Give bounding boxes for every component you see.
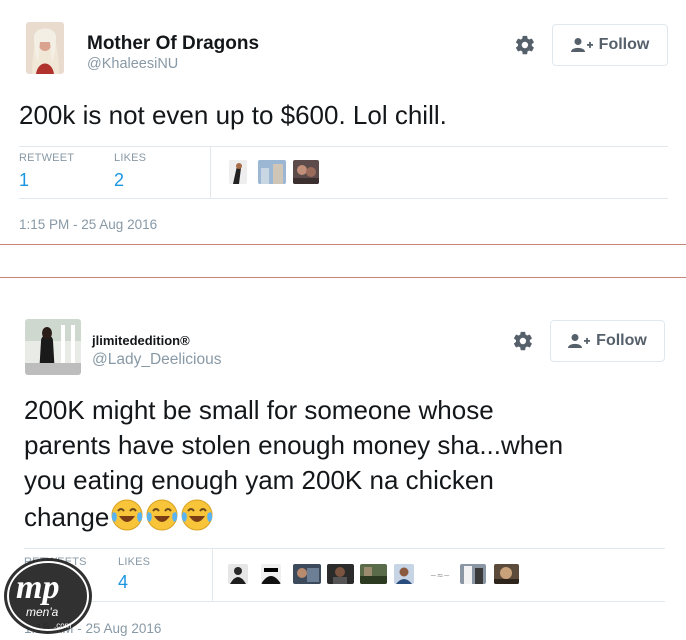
liker-avatar[interactable]: ~≈~ xyxy=(428,564,452,584)
retweet-count[interactable]: 1 xyxy=(19,170,29,191)
tears-of-joy-emoji xyxy=(111,499,143,531)
follow-button[interactable]: Follow xyxy=(552,24,668,66)
follow-button-label: Follow xyxy=(598,36,650,53)
stats-divider-top xyxy=(24,548,665,549)
liker-avatar[interactable] xyxy=(293,160,319,184)
liker-avatar[interactable] xyxy=(394,564,414,584)
tweet-timestamp[interactable]: 1:15 PM - 25 Aug 2016 xyxy=(19,217,157,232)
tweet-separator-line xyxy=(0,244,686,245)
liker-avatar[interactable] xyxy=(494,564,519,584)
liker-avatar[interactable] xyxy=(293,564,321,584)
liker-avatar[interactable] xyxy=(327,564,354,584)
stats-divider-bottom xyxy=(24,601,665,602)
stats-separator xyxy=(210,146,211,198)
user-handle[interactable]: @Lady_Deelicious xyxy=(92,351,221,369)
likes-count[interactable]: 4 xyxy=(118,572,128,593)
tears-of-joy-emoji xyxy=(146,499,178,531)
add-user-icon xyxy=(570,38,593,52)
avatar[interactable] xyxy=(26,22,64,74)
watermark-brand: mp xyxy=(16,569,59,606)
add-user-icon xyxy=(568,334,591,348)
likes-count[interactable]: 2 xyxy=(114,170,124,191)
follow-button[interactable]: Follow xyxy=(550,320,665,362)
likes-count-label[interactable]: LIKES xyxy=(114,152,146,164)
svg-text:~≈~: ~≈~ xyxy=(430,571,450,580)
gear-icon[interactable] xyxy=(512,330,534,352)
stats-separator xyxy=(212,548,213,601)
retweet-count-label[interactable]: RETWEET xyxy=(19,152,74,164)
liker-avatar[interactable] xyxy=(258,160,286,184)
tweet-text-line: 200K might be small for someone whose xyxy=(24,395,494,425)
follow-button-label: Follow xyxy=(596,332,647,349)
tweet-text-line: you eating enough yam 200K na chicken xyxy=(24,465,494,495)
liker-avatar[interactable] xyxy=(261,564,281,584)
tweet-text-line: change xyxy=(24,502,110,532)
liker-avatar[interactable] xyxy=(360,564,387,584)
watermark-sub: men'a xyxy=(26,605,59,619)
liker-avatar[interactable] xyxy=(460,564,486,584)
liker-avatar[interactable] xyxy=(229,160,247,184)
tweet-text: 200k is not even up to $600. Lol chill. xyxy=(19,100,447,130)
display-name[interactable]: jlimitededition® xyxy=(92,333,190,348)
gear-icon[interactable] xyxy=(514,34,536,56)
display-name[interactable]: Mother Of Dragons xyxy=(87,33,259,55)
tweet-card-1: Mother Of Dragons @KhaleesiNU Follow 200… xyxy=(0,0,686,244)
tears-of-joy-emoji xyxy=(181,499,213,531)
stats-divider-top xyxy=(19,146,668,147)
tweet-card-2: jlimitededition® @Lady_Deelicious Follow… xyxy=(0,279,686,640)
avatar[interactable] xyxy=(25,319,81,375)
tweet-separator-line xyxy=(0,277,686,278)
liker-avatar[interactable] xyxy=(228,564,248,584)
watermark-domain: .com xyxy=(54,621,72,630)
tweet-text-line: parents have stolen enough money sha...w… xyxy=(24,430,564,460)
tweet-text-line-last: change xyxy=(24,498,563,535)
site-watermark-logo: mp men'a .com xyxy=(4,558,92,634)
likes-count-label[interactable]: LIKES xyxy=(118,556,150,568)
user-handle[interactable]: @KhaleesiNU xyxy=(87,56,178,72)
stats-divider-bottom xyxy=(19,198,668,199)
tweet-text: 200K might be small for someone whose pa… xyxy=(24,393,563,535)
